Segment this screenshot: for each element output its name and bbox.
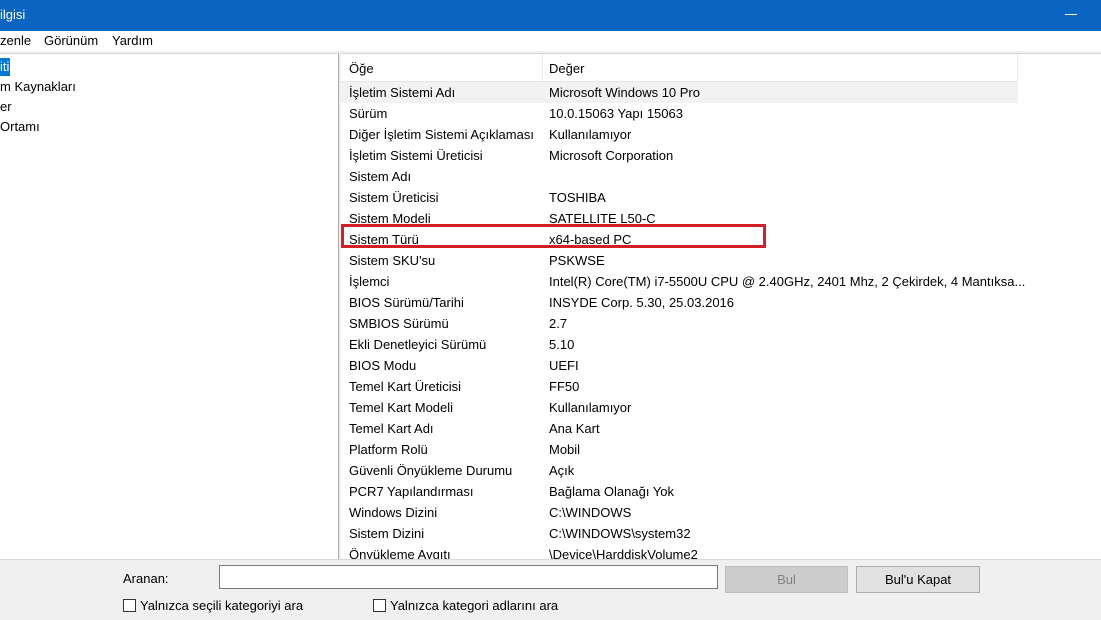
title-bar: ilgisi — [0, 0, 1101, 31]
menu-help[interactable]: Yardım — [112, 33, 153, 48]
list-header: Öğe Değer — [341, 54, 1018, 82]
column-header-item[interactable]: Öğe — [349, 61, 374, 76]
column-divider[interactable] — [1017, 54, 1018, 81]
row-value: Microsoft Corporation — [549, 148, 674, 163]
row-item: PCR7 Yapılandırması — [349, 484, 474, 499]
row-value: UEFI — [549, 358, 579, 373]
table-row[interactable]: İşletim Sistemi Üreticisi Microsoft Corpo… — [341, 145, 1018, 166]
row-value: Ana Kart — [549, 421, 600, 436]
tree-item-resources[interactable]: m Kaynakları — [0, 78, 76, 96]
table-row[interactable]: İşletim Sistemi Adı Microsoft Windows 10 … — [341, 82, 1018, 103]
find-button[interactable]: Bul — [725, 566, 848, 593]
row-value: TOSHIBA — [549, 190, 606, 205]
highlight-box — [341, 224, 766, 248]
table-row[interactable]: Temel Kart Üreticisi FF50 — [341, 376, 1018, 397]
row-item: Ekli Denetleyici Sürümü — [349, 337, 487, 352]
table-row[interactable]: Sistem Adı — [341, 166, 1018, 187]
table-row[interactable]: Güvenli Önyükleme Durumu Açık — [341, 460, 1018, 481]
search-panel: Aranan: Bul Bul'u Kapat Yalnızca seçili … — [0, 559, 1101, 620]
row-item: İşlemci — [349, 274, 390, 289]
row-item: Güvenli Önyükleme Durumu — [349, 463, 513, 478]
row-value: Intel(R) Core(TM) i7-5500U CPU @ 2.40GHz… — [549, 274, 1026, 289]
checkbox-label: Yalnızca seçili kategoriyi ara — [140, 598, 304, 613]
row-item: Sistem Adı — [349, 169, 412, 184]
row-item: SMBIOS Sürümü — [349, 316, 449, 331]
tree-item-environment[interactable]: Ortamı — [0, 118, 40, 136]
row-item: İşletim Sistemi Üreticisi — [349, 148, 483, 163]
row-value: Açık — [549, 463, 575, 478]
details-list[interactable]: Öğe Değer İşletim Sistemi Adı Microsoft W… — [341, 53, 1101, 559]
table-row[interactable]: Platform Rolü Mobil — [341, 439, 1018, 460]
row-value: Bağlama Olanağı Yok — [549, 484, 675, 499]
row-value: 10.0.15063 Yapı 15063 — [549, 106, 683, 121]
table-row[interactable]: BIOS Modu UEFI — [341, 355, 1018, 376]
table-row[interactable]: Sistem Üreticisi TOSHIBA — [341, 187, 1018, 208]
table-row[interactable]: Sistem SKU'su PSKWSE — [341, 250, 1018, 271]
row-item: Temel Kart Modeli — [349, 400, 454, 415]
row-item: Windows Dizini — [349, 505, 438, 520]
row-value: 5.10 — [549, 337, 575, 352]
table-row[interactable]: Sistem Dizini C:\WINDOWS\system32 — [341, 523, 1018, 544]
table-row[interactable]: Ekli Denetleyici Sürümü 5.10 — [341, 334, 1018, 355]
search-input[interactable] — [219, 565, 718, 589]
row-item: Diğer İşletim Sistemi Açıklaması — [349, 127, 534, 142]
row-value: C:\WINDOWS\system32 — [549, 526, 691, 541]
row-item: BIOS Sürümü/Tarihi — [349, 295, 464, 310]
row-item: Sistem Üreticisi — [349, 190, 439, 205]
row-value: C:\WINDOWS — [549, 505, 632, 520]
table-row[interactable]: PCR7 Yapılandırması Bağlama Olanağı Yok — [341, 481, 1018, 502]
row-item: Sistem SKU'su — [349, 253, 436, 268]
row-item: İşletim Sistemi Adı — [349, 85, 456, 100]
row-value: \Device\HarddiskVolume2 — [549, 547, 698, 559]
table-row[interactable]: Önyükleme Aygıtı \Device\HarddiskVolume2 — [341, 544, 1018, 559]
table-row[interactable]: Windows Dizini C:\WINDOWS — [341, 502, 1018, 523]
category-tree[interactable]: iti m Kaynakları er Ortamı — [0, 53, 339, 559]
row-item: Sistem Dizini — [349, 526, 425, 541]
tree-item-components[interactable]: er — [0, 98, 12, 116]
checkbox-box[interactable] — [123, 599, 136, 612]
checkbox-label: Yalnızca kategori adlarını ara — [390, 598, 559, 613]
row-item: Platform Rolü — [349, 442, 428, 457]
checkbox-box[interactable] — [373, 599, 386, 612]
row-value: FF50 — [549, 379, 580, 394]
row-item: Önyükleme Aygıtı — [349, 547, 451, 559]
table-row[interactable]: İşlemci Intel(R) Core(TM) i7-5500U CPU @ … — [341, 271, 1025, 292]
row-value: Mobil — [549, 442, 581, 457]
row-value: Kullanılamıyor — [549, 127, 632, 142]
row-value: Microsoft Windows 10 Pro — [549, 85, 700, 100]
table-row[interactable]: Temel Kart Modeli Kullanılamıyor — [341, 397, 1018, 418]
table-row[interactable]: Diğer İşletim Sistemi Açıklaması Kullanıl… — [341, 124, 1018, 145]
column-header-value[interactable]: Değer — [549, 61, 584, 76]
row-value: Kullanılamıyor — [549, 400, 632, 415]
minimize-icon[interactable] — [1065, 6, 1079, 20]
row-item: BIOS Modu — [349, 358, 417, 373]
column-divider[interactable] — [542, 54, 543, 81]
row-item: Temel Kart Adı — [349, 421, 434, 436]
row-value: 2.7 — [549, 316, 568, 331]
close-find-button[interactable]: Bul'u Kapat — [856, 566, 980, 593]
search-label: Aranan: — [123, 571, 169, 586]
menu-bar: zenle Görünüm Yardım — [0, 31, 1101, 51]
row-value: PSKWSE — [549, 253, 605, 268]
table-row[interactable]: Sürüm 10.0.15063 Yapı 15063 — [341, 103, 1018, 124]
table-row[interactable]: SMBIOS Sürümü 2.7 — [341, 313, 1018, 334]
window-title: ilgisi — [0, 7, 26, 22]
menu-edit[interactable]: zenle — [0, 33, 31, 48]
tree-item-system-summary[interactable]: iti — [0, 58, 10, 76]
table-row[interactable]: BIOS Sürümü/Tarihi INSYDE Corp. 5.30, 25.… — [341, 292, 1018, 313]
row-value: INSYDE Corp. 5.30, 25.03.2016 — [549, 295, 735, 310]
row-item: Sürüm — [349, 106, 388, 121]
menu-view[interactable]: Görünüm — [44, 33, 98, 48]
row-item: Temel Kart Üreticisi — [349, 379, 461, 394]
table-row[interactable]: Temel Kart Adı Ana Kart — [341, 418, 1018, 439]
